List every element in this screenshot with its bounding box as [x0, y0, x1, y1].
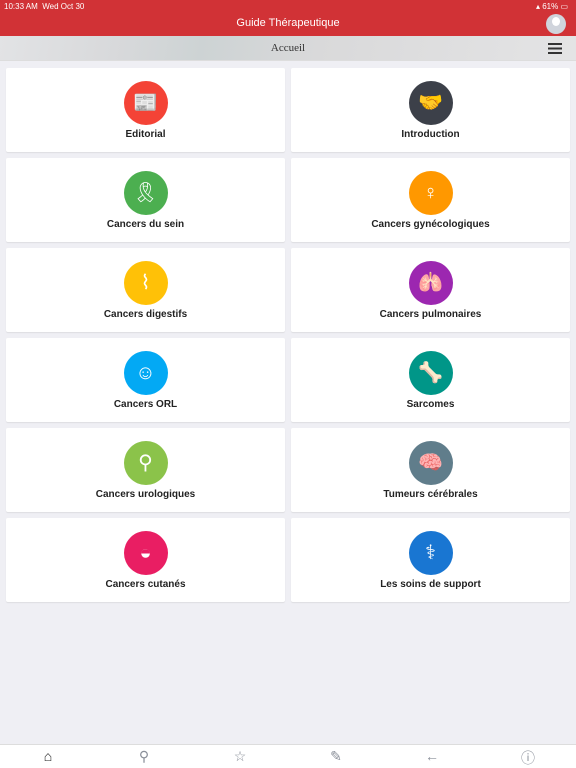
- intestine-icon: ⌇: [123, 261, 168, 305]
- newspaper-icon: 📰: [123, 81, 168, 125]
- category-label: Cancers gynécologiques: [371, 219, 490, 230]
- search-icon[interactable]: ⚲: [134, 748, 154, 765]
- ribbon-icon: 🎗: [123, 171, 168, 215]
- category-label: Editorial: [125, 129, 166, 140]
- status-battery: ▴ 61% ▭: [535, 2, 568, 11]
- category-card[interactable]: 🎗 Cancers du sein: [6, 158, 285, 242]
- app-title: Guide Thérapeutique: [236, 17, 340, 29]
- tab-bar: ⌂ ⚲ ☆ ✎ ← ⓘ: [0, 744, 576, 768]
- kidneys-icon: ⚲: [123, 441, 168, 485]
- list-menu-icon[interactable]: [548, 43, 562, 54]
- page-title: Accueil: [270, 42, 306, 54]
- category-label: Tumeurs cérébrales: [383, 489, 478, 500]
- uterus-icon: ♀: [408, 171, 453, 215]
- category-card[interactable]: ⚲ Cancers urologiques: [6, 428, 285, 512]
- category-label: Cancers pulmonaires: [379, 309, 482, 320]
- info-icon[interactable]: ⓘ: [518, 748, 538, 768]
- category-card[interactable]: 🫁 Cancers pulmonaires: [291, 248, 570, 332]
- doctor-icon: ⚕: [408, 531, 453, 575]
- category-label: Sarcomes: [406, 399, 455, 410]
- category-label: Cancers digestifs: [103, 309, 188, 320]
- category-label: Cancers cutanés: [105, 579, 186, 590]
- status-time: 10:33 AM Wed Oct 30: [4, 2, 85, 11]
- category-card[interactable]: 🧠 Tumeurs cérébrales: [291, 428, 570, 512]
- category-label: Les soins de support: [380, 579, 481, 590]
- subheader: Accueil: [0, 36, 576, 61]
- category-card[interactable]: ⚕ Les soins de support: [291, 518, 570, 602]
- category-card[interactable]: 🤝 Introduction: [291, 68, 570, 152]
- category-label: Cancers urologiques: [95, 489, 196, 500]
- edit-icon[interactable]: ✎: [326, 748, 346, 765]
- skin-icon: ◒: [123, 531, 168, 575]
- home-icon[interactable]: ⌂: [38, 748, 58, 764]
- avatar[interactable]: [546, 14, 566, 34]
- back-arrow-icon[interactable]: ←: [422, 748, 442, 764]
- lungs-icon: 🫁: [408, 261, 453, 305]
- head-profile-icon: ☺: [123, 351, 168, 395]
- category-label: Cancers ORL: [113, 399, 178, 410]
- category-card[interactable]: ♀ Cancers gynécologiques: [291, 158, 570, 242]
- star-icon[interactable]: ☆: [230, 748, 250, 765]
- category-card[interactable]: ☺ Cancers ORL: [6, 338, 285, 422]
- category-card[interactable]: ◒ Cancers cutanés: [6, 518, 285, 602]
- category-label: Introduction: [401, 129, 460, 140]
- category-card[interactable]: ⌇ Cancers digestifs: [6, 248, 285, 332]
- brain-icon: 🧠: [408, 441, 453, 485]
- category-card[interactable]: 🦴 Sarcomes: [291, 338, 570, 422]
- category-label: Cancers du sein: [106, 219, 185, 230]
- category-card[interactable]: 📰 Editorial: [6, 68, 285, 152]
- handshake-icon: 🤝: [408, 81, 453, 125]
- app-header: 10:33 AM Wed Oct 30 ▴ 61% ▭ Guide Thérap…: [0, 0, 576, 36]
- bone-joint-icon: 🦴: [408, 351, 453, 395]
